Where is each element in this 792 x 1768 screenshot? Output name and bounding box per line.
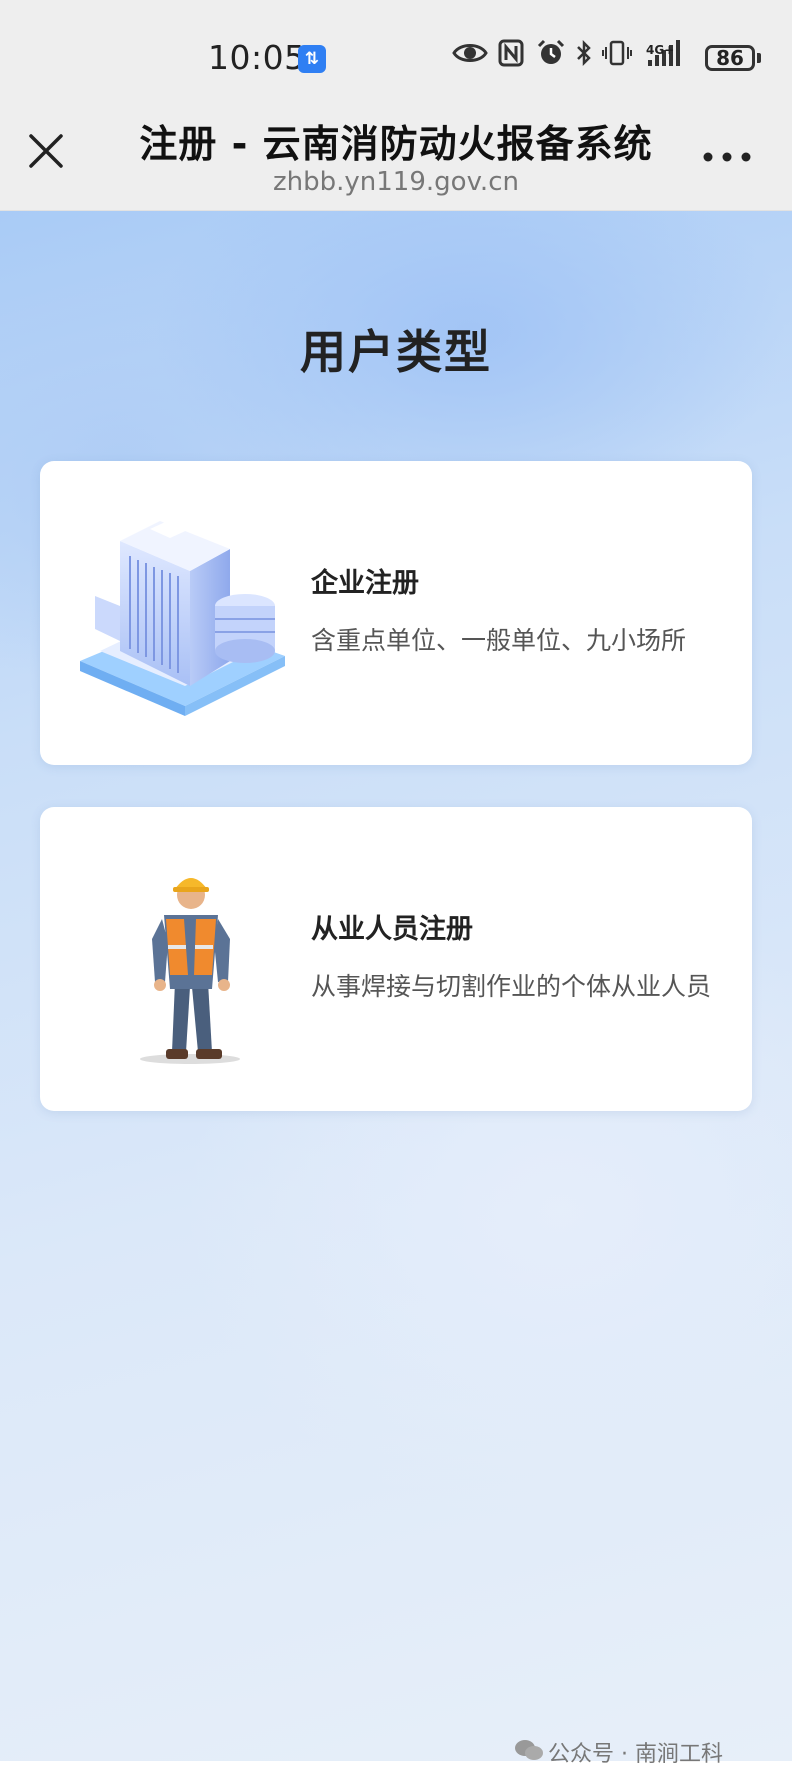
- page-title: 注册 - 云南消防动火报备系统: [139, 122, 653, 166]
- office-building-icon: [80, 519, 285, 716]
- worker-icon: [140, 878, 240, 1064]
- data-transfer-icon: ⇅: [298, 45, 326, 73]
- enterprise-register-card[interactable]: 企业注册 含重点单位、一般单位、九小场所: [40, 461, 752, 765]
- battery-icon: 86: [705, 45, 755, 71]
- browser-title-bar: 注册 - 云南消防动火报备系统 zhbb.yn119.gov.cn: [0, 105, 792, 211]
- network-type-label: 4G+: [646, 43, 675, 57]
- eye-icon: [452, 44, 488, 62]
- nfc-icon: [498, 39, 524, 67]
- footer-text: 公众号 · 南涧工科: [548, 1742, 723, 1767]
- footer-watermark: 公众号 · 南涧工科: [515, 1736, 723, 1768]
- page-content: 用户类型 企业注册 含重点单位、一般单位、九小场所 从业人员注册 从事焊接与切割…: [0, 211, 792, 1767]
- bluetooth-icon: [577, 39, 591, 67]
- enterprise-register-description: 含重点单位、一般单位、九小场所: [311, 626, 687, 655]
- enterprise-register-title: 企业注册: [311, 568, 419, 599]
- page-url: zhbb.yn119.gov.cn: [273, 167, 519, 197]
- more-options-icon[interactable]: [700, 145, 754, 169]
- status-time: 10:05: [208, 38, 306, 77]
- wechat-icon: [515, 1740, 543, 1760]
- user-type-heading: 用户类型: [300, 325, 492, 379]
- status-bar: 10:05 ⇅ 4G+ 86: [0, 0, 792, 105]
- practitioner-register-description: 从事焊接与切割作业的个体从业人员: [311, 972, 712, 1001]
- battery-tip: [757, 53, 761, 63]
- practitioner-register-card[interactable]: 从业人员注册 从事焊接与切割作业的个体从业人员: [40, 807, 752, 1111]
- practitioner-register-title: 从业人员注册: [311, 914, 473, 945]
- alarm-icon: [537, 39, 565, 64]
- vibrate-icon: [602, 40, 632, 66]
